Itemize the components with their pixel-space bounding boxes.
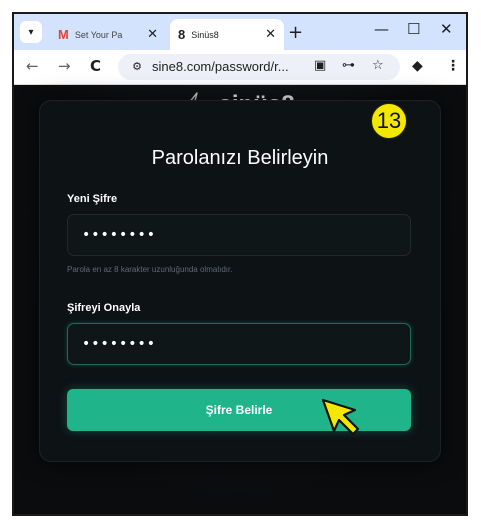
minimize-button[interactable]: —: [374, 20, 389, 38]
tab-set-your-password[interactable]: M Set Your Pa ✕: [50, 19, 166, 50]
address-bar[interactable]: ⚙ sine8.com/password/r... ▣ ⊶ ☆: [118, 54, 400, 80]
browser-window: ▾ M Set Your Pa ✕ 8 Sinüs8 ✕ + — ☐ ✕ ← →…: [12, 12, 468, 516]
sinus8-favicon-icon: 8: [178, 27, 186, 42]
tab-sinus8[interactable]: 8 Sinüs8 ✕: [170, 19, 284, 50]
menu-icon[interactable]: ⋮: [446, 58, 460, 74]
password-hint: Parola en az 8 karakter uzunluğunda olma…: [67, 265, 233, 274]
gmail-icon: M: [58, 27, 69, 42]
new-tab-button[interactable]: +: [288, 22, 303, 43]
back-button[interactable]: ←: [26, 57, 39, 75]
confirm-password-label: Şifreyi Onayla: [67, 302, 141, 314]
forward-button[interactable]: →: [58, 57, 71, 75]
bookmark-star-icon[interactable]: ☆: [372, 58, 384, 73]
mouse-cursor-icon: [320, 397, 364, 445]
close-window-button[interactable]: ✕: [440, 20, 453, 38]
reload-button[interactable]: C: [90, 57, 101, 75]
url-text[interactable]: sine8.com/password/r...: [152, 59, 289, 74]
maximize-button[interactable]: ☐: [407, 20, 420, 38]
extension-icon[interactable]: ◆: [412, 58, 423, 74]
browser-toolbar: ← → C ⚙ sine8.com/password/r... ▣ ⊶ ☆ ◆ …: [14, 50, 466, 85]
new-password-input[interactable]: ••••••••: [67, 214, 411, 256]
site-settings-icon[interactable]: ⚙: [128, 58, 146, 76]
password-key-icon[interactable]: ⊶: [342, 58, 355, 73]
close-icon[interactable]: ✕: [147, 27, 158, 42]
tab-title: Set Your Pa: [74, 29, 123, 40]
new-password-label: Yeni Şifre: [67, 193, 118, 205]
form-title: Parolanızı Belirleyin: [151, 147, 329, 169]
tab-title: Sinüs8: [191, 29, 219, 40]
tab-search-chevron-icon[interactable]: ▾: [20, 21, 42, 43]
translate-icon[interactable]: ▣: [314, 58, 326, 73]
tab-strip: ▾ M Set Your Pa ✕ 8 Sinüs8 ✕ + — ☐ ✕: [14, 14, 466, 50]
close-icon[interactable]: ✕: [265, 27, 276, 42]
step-number-badge: 13: [371, 103, 407, 139]
confirm-password-input[interactable]: ••••••••: [67, 323, 411, 365]
